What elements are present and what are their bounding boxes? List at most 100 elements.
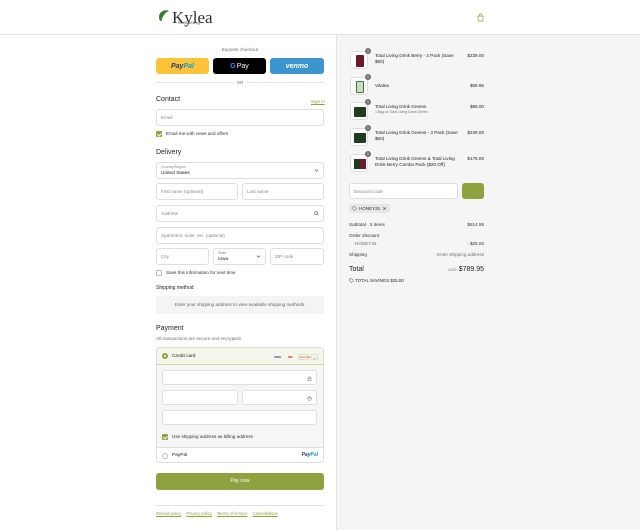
- product-price: $59.95: [469, 83, 484, 88]
- order-discount-label: Order discount: [349, 233, 380, 238]
- pay-now-button[interactable]: Pay now: [156, 473, 324, 490]
- city-placeholder: City: [161, 254, 169, 259]
- email-placeholder: Email: [161, 115, 173, 120]
- remove-discount-icon[interactable]: [382, 206, 387, 211]
- last-name-field[interactable]: Last name: [242, 183, 324, 200]
- terms-of-service-link[interactable]: Terms of service: [217, 511, 247, 516]
- shipping-method-title: Shipping method: [156, 285, 194, 291]
- cart-item: 1 Total Living Drink Greens - 3 Pack (Sa…: [350, 125, 484, 148]
- paypal-logo-icon: PayPal: [301, 452, 318, 458]
- total-amount: USD $789.95: [448, 266, 484, 273]
- product-thumbnail: [350, 154, 368, 172]
- contact-title: Contact: [156, 96, 181, 103]
- expiry-field[interactable]: [162, 390, 238, 405]
- product-thumbnail: [350, 51, 368, 69]
- security-code-field[interactable]: [242, 390, 317, 405]
- credit-card-radio[interactable]: [162, 353, 168, 359]
- first-name-field[interactable]: First name (optional): [156, 183, 238, 200]
- product-name: Total Living Drink Berry - 3 Pack (Save …: [375, 53, 454, 64]
- venmo-button[interactable]: venmo: [270, 58, 324, 74]
- product-price: $239.00: [467, 53, 484, 58]
- total-savings-row: TOTAL SAVINGS $25.00: [349, 278, 484, 283]
- order-discount-row: Order discount: [349, 233, 484, 238]
- apply-discount-button[interactable]: [462, 183, 484, 199]
- shipping-row: Shipping Enter shipping address: [349, 252, 484, 257]
- currency-code: USD: [448, 267, 457, 272]
- subtotal-row: Subtotal · 5 items $814.95: [349, 222, 484, 227]
- total-row: Total USD $789.95: [349, 266, 484, 273]
- product-price: $239.00: [467, 130, 484, 135]
- zip-field[interactable]: ZIP code: [270, 248, 324, 265]
- mastercard-icon: MC: [288, 355, 293, 359]
- sign-in-link[interactable]: Sign in: [311, 99, 325, 104]
- paypal-option[interactable]: PayPal PayPal: [157, 447, 323, 462]
- product-thumbnail: [350, 102, 368, 120]
- total-label: Total: [349, 266, 364, 273]
- country-select[interactable]: Country/Region United States: [156, 162, 324, 179]
- tag-icon: [352, 206, 357, 211]
- google-pay-button[interactable]: G Pay: [213, 58, 266, 74]
- address-placeholder: Address: [161, 211, 178, 216]
- country-value: United States: [161, 171, 190, 176]
- paypal-express-button[interactable]: PayPal: [156, 58, 209, 74]
- payment-title: Payment: [156, 325, 184, 332]
- last-name-placeholder: Last name: [247, 189, 269, 194]
- paypal-logo-icon: PayPal: [171, 62, 194, 70]
- discount-code-label: HONEY25: [355, 241, 377, 246]
- product-thumbnail: [350, 128, 368, 146]
- brand-tagline: Health&Energy: [178, 21, 201, 25]
- city-field[interactable]: City: [156, 248, 209, 265]
- refund-policy-link[interactable]: Refund policy: [156, 511, 181, 516]
- express-checkout-title: Express checkout: [221, 47, 259, 52]
- save-info-label: Save this information for next time: [166, 270, 236, 275]
- shipping-value: Enter shipping address: [437, 252, 484, 257]
- cart-item: 1 Total Living Drink Greens & Total Livi…: [350, 151, 484, 174]
- venmo-label: venmo: [285, 62, 309, 70]
- state-select[interactable]: State Iowa: [213, 248, 266, 265]
- header: Kylea Health&Energy: [0, 0, 640, 35]
- gpay-label: Pay: [236, 62, 249, 70]
- help-icon[interactable]: [307, 396, 312, 401]
- newsletter-checkbox[interactable]: [156, 131, 162, 137]
- address-field[interactable]: Address: [156, 205, 324, 222]
- cart-item: 1 Total Living Drink Greens 1 Bag of Tot…: [350, 99, 484, 122]
- applied-discount-code: HONEY25: [359, 206, 381, 211]
- quantity-badge: 1: [365, 99, 371, 105]
- quantity-badge: 1: [365, 74, 371, 80]
- payment-subtitle: All transactions are secure and encrypte…: [156, 336, 242, 341]
- newsletter-label: Email me with news and offers: [166, 131, 229, 136]
- paypal-label: PayPal: [172, 453, 188, 458]
- discount-code-row: HONEY25 - $25.00: [349, 241, 484, 246]
- leaf-logo-icon: [159, 10, 170, 21]
- discount-code-placeholder: Discount code: [354, 189, 384, 194]
- shopping-bag-icon[interactable]: [476, 13, 485, 22]
- chevron-down-icon: [256, 255, 261, 258]
- credit-card-option[interactable]: Credit card VISA MC DISCOVER +: [157, 348, 323, 365]
- shipping-method-message: Enter your shipping address to view avai…: [156, 296, 324, 314]
- product-price: $178.00: [467, 156, 484, 161]
- privacy-policy-link[interactable]: Privacy policy: [186, 511, 212, 516]
- state-value: Iowa: [218, 257, 229, 262]
- discount-value: - $25.00: [467, 241, 484, 246]
- paypal-radio[interactable]: [162, 453, 168, 459]
- cancellations-link[interactable]: Cancellations: [252, 511, 277, 516]
- savings-value: $25.00: [390, 278, 404, 283]
- card-number-field[interactable]: [162, 370, 317, 385]
- shipping-label: Shipping: [349, 252, 367, 257]
- name-on-card-field[interactable]: [162, 410, 317, 425]
- total-value: $789.95: [458, 266, 484, 273]
- product-name: Total Living Drink Greens & Total Living…: [375, 156, 455, 167]
- billing-address-checkbox[interactable]: [162, 434, 168, 440]
- card-brand-logos: VISA MC DISCOVER +: [272, 354, 318, 360]
- credit-card-label: Credit card: [172, 354, 196, 359]
- subtotal-value: $814.95: [467, 222, 484, 227]
- apartment-field[interactable]: Apartment, suite, etc. (optional): [156, 227, 324, 244]
- discount-code-field[interactable]: Discount code: [349, 183, 458, 199]
- product-name: Vitalea: [375, 83, 389, 88]
- payment-methods: Credit card VISA MC DISCOVER + Use shipp…: [156, 347, 324, 463]
- save-info-checkbox[interactable]: [156, 270, 162, 276]
- cart-item: 1 Vitalea $59.95: [350, 74, 484, 97]
- product-thumbnail: [350, 77, 368, 95]
- email-field[interactable]: Email: [156, 109, 324, 126]
- more-cards-icon: +: [311, 354, 318, 360]
